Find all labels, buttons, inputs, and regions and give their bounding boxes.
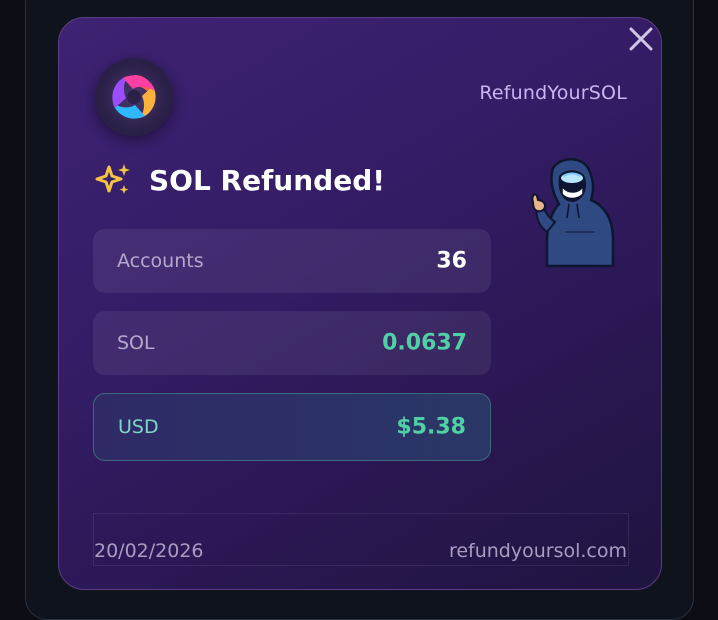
sol-label: SOL	[117, 332, 155, 354]
refund-title: SOL Refunded!	[149, 164, 386, 197]
close-button[interactable]	[624, 22, 658, 56]
usd-label: USD	[118, 416, 159, 438]
close-icon	[629, 27, 653, 51]
footer-site: refundyoursol.com	[448, 540, 627, 562]
mascot-icon	[525, 154, 619, 276]
stat-row-sol: SOL 0.0637	[93, 311, 491, 375]
sol-value: 0.0637	[382, 330, 467, 356]
refund-share-card: RefundYourSOL SOL Refunded! Accounts 36 …	[58, 17, 662, 590]
stat-row-usd: USD $5.38	[93, 393, 491, 461]
sparkle-icon	[93, 161, 135, 205]
usd-value: $5.38	[396, 414, 466, 440]
accounts-label: Accounts	[117, 250, 204, 272]
accounts-value: 36	[436, 248, 467, 274]
footer-date: 20/02/2026	[94, 540, 204, 562]
brand-name: RefundYourSOL	[479, 82, 627, 104]
stat-row-accounts: Accounts 36	[93, 229, 491, 293]
logo-icon	[95, 58, 173, 136]
